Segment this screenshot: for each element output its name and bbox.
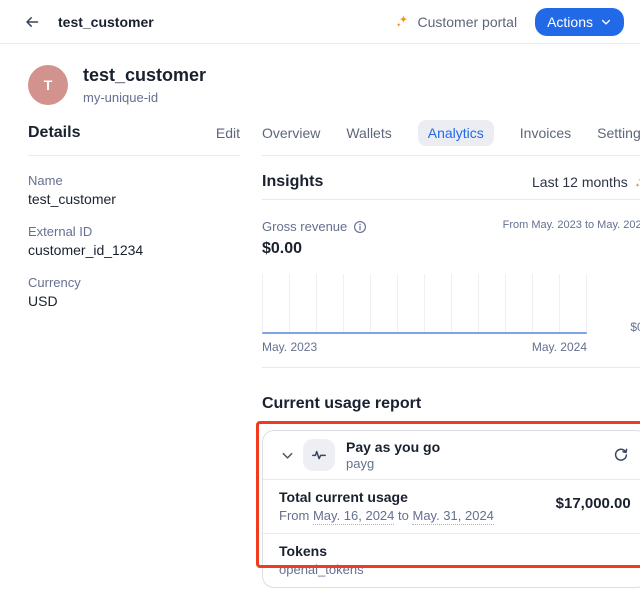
topbar-actions: Customer portal Actions <box>395 8 624 36</box>
detail-field-currency: Currency USD <box>28 275 240 309</box>
insights-divider <box>262 199 640 200</box>
details-heading: Details <box>28 124 80 142</box>
tab-wallets[interactable]: Wallets <box>346 120 391 146</box>
chart-x-axis: May. 2023 May. 2024 <box>262 340 587 354</box>
field-value: USD <box>28 293 240 309</box>
gross-revenue-chart: - $0 <box>262 274 640 334</box>
arrow-left-icon <box>24 14 40 30</box>
detail-field-external-id: External ID customer_id_1234 <box>28 224 240 258</box>
tabs-divider <box>262 155 640 156</box>
edit-details-link[interactable]: Edit <box>216 125 240 141</box>
customer-unique-id: my-unique-id <box>83 90 206 105</box>
gross-revenue-label: Gross revenue <box>262 219 347 234</box>
refresh-icon <box>613 447 629 463</box>
field-label: Name <box>28 173 240 188</box>
date-from[interactable]: May. 16, 2024 <box>313 508 394 525</box>
chart-plot-area <box>262 274 587 334</box>
gross-revenue-range: From May. 2023 to May. 2024 <box>503 219 640 231</box>
chevron-down-icon <box>280 448 295 463</box>
sparkle-icon <box>634 175 640 189</box>
y-tick-zero: $0 <box>630 320 640 334</box>
customer-portal-link[interactable]: Customer portal <box>395 14 517 30</box>
field-value: test_customer <box>28 191 240 207</box>
usage-item-name: Tokens <box>279 543 364 559</box>
detail-field-name: Name test_customer <box>28 173 240 207</box>
collapse-toggle-button[interactable] <box>275 443 299 467</box>
usage-item-code: openai_tokens <box>279 562 364 577</box>
usage-card-header[interactable]: Pay as you go payg <box>263 431 640 479</box>
right-panel: Overview Wallets Analytics Invoices Sett… <box>262 119 640 588</box>
field-label: External ID <box>28 224 240 239</box>
info-icon[interactable] <box>353 220 367 234</box>
x-tick-start: May. 2023 <box>262 340 317 354</box>
total-usage-label: Total current usage <box>279 489 494 505</box>
insights-heading: Insights <box>262 173 323 191</box>
tab-overview[interactable]: Overview <box>262 120 320 146</box>
total-usage-row: Total current usage From May. 16, 2024 t… <box>263 479 640 533</box>
period-prefix: From <box>279 508 309 523</box>
plan-meta: Pay as you go payg <box>346 439 440 471</box>
period-label: Last 12 months <box>532 174 628 190</box>
plan-pulse-icon <box>303 439 335 471</box>
usage-card: Pay as you go payg Total current usage F… <box>262 430 640 588</box>
chart-divider <box>262 367 640 368</box>
usage-report-heading: Current usage report <box>262 395 640 413</box>
back-button[interactable] <box>20 10 44 34</box>
topbar-title: test_customer <box>58 14 154 30</box>
tab-analytics[interactable]: Analytics <box>418 120 494 146</box>
total-usage-amount: $17,000.00 <box>556 489 631 512</box>
usage-card-zone: Pay as you go payg Total current usage F… <box>262 430 640 588</box>
chart-line-series <box>262 332 587 334</box>
customer-header: T test_customer my-unique-id <box>0 44 640 105</box>
insights-header: Insights Last 12 months <box>262 173 640 191</box>
gross-revenue-header: Gross revenue $0.00 From May. 2023 to Ma… <box>262 219 640 258</box>
actions-button[interactable]: Actions <box>535 8 624 36</box>
tab-invoices[interactable]: Invoices <box>520 120 571 146</box>
plan-code: payg <box>346 456 440 471</box>
usage-item-row[interactable]: Tokens openai_tokens <box>263 533 640 587</box>
period-joiner: to <box>398 508 409 523</box>
details-divider <box>28 155 240 156</box>
sparkle-icon <box>395 14 410 29</box>
customer-name: test_customer <box>83 65 206 87</box>
avatar: T <box>28 65 68 105</box>
refresh-button[interactable] <box>609 443 633 467</box>
actions-button-label: Actions <box>547 14 593 30</box>
plan-name: Pay as you go <box>346 439 440 455</box>
customer-identity: test_customer my-unique-id <box>83 65 206 105</box>
chevron-down-icon <box>600 16 612 28</box>
date-to[interactable]: May. 31, 2024 <box>412 508 493 525</box>
topbar: test_customer Customer portal Actions <box>0 0 640 44</box>
gross-revenue-value: $0.00 <box>262 240 367 258</box>
tab-bar: Overview Wallets Analytics Invoices Sett… <box>262 119 640 147</box>
chart-y-axis: - $0 <box>587 274 640 334</box>
total-usage-period: From May. 16, 2024 to May. 31, 2024 <box>279 508 494 523</box>
period-selector[interactable]: Last 12 months <box>532 174 640 190</box>
details-panel: Details Edit Name test_customer External… <box>28 119 240 588</box>
main-content: Details Edit Name test_customer External… <box>0 119 640 588</box>
chart-gridlines <box>262 274 587 332</box>
field-value: customer_id_1234 <box>28 242 240 258</box>
tab-settings[interactable]: Settings <box>597 120 640 146</box>
customer-portal-label: Customer portal <box>417 14 517 30</box>
x-tick-end: May. 2024 <box>532 340 587 354</box>
field-label: Currency <box>28 275 240 290</box>
